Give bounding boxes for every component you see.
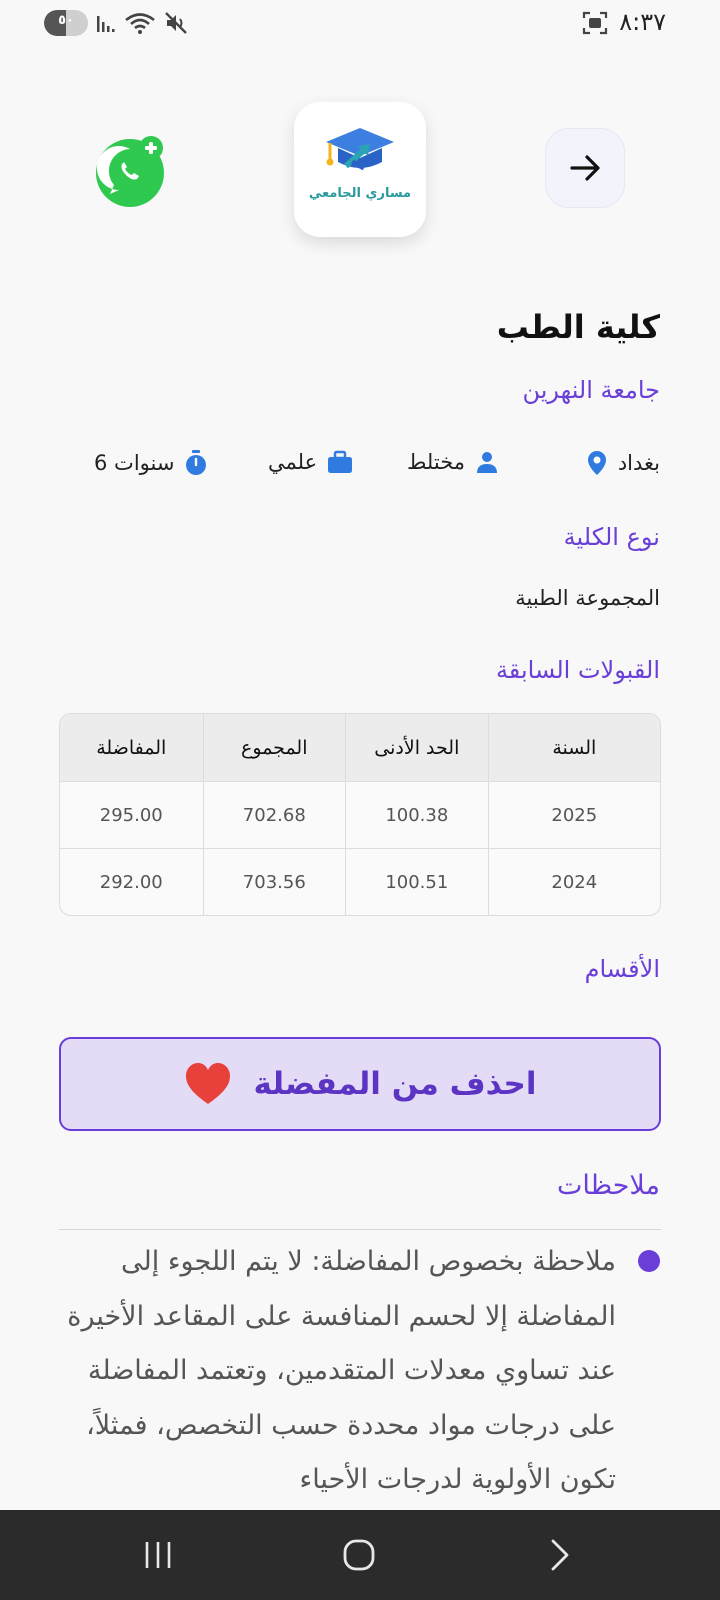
battery-level-text: ٥٠ [58, 13, 74, 28]
battery-indicator: ٥٠ [44, 10, 88, 36]
column-header-year: السنة [552, 736, 597, 759]
person-icon [477, 452, 498, 473]
meta-branch-text: علمي [268, 450, 318, 474]
whatsapp-icon [96, 136, 164, 207]
remove-favorite-label: احذف من المفضلة [253, 1066, 537, 1102]
meta-gender-text: مختلط [407, 450, 466, 474]
note-text: ملاحظة بخصوص المفاضلة: لا يتم اللجوء إلى… [67, 1246, 616, 1495]
heart-icon [185, 1063, 230, 1104]
column-header-tiebreak: المفاضلة [60, 714, 204, 781]
recents-icon [145, 1542, 171, 1568]
table-cell: 292.00 [60, 849, 204, 915]
clock: ٨:٣٧ [619, 8, 666, 36]
chevron-right-icon [551, 1539, 569, 1571]
college-type-value: المجموعة الطبية [515, 586, 660, 610]
home-button[interactable] [314, 1510, 404, 1600]
departments-heading: الأقسام [584, 955, 660, 983]
bullet-icon [638, 1250, 660, 1272]
table-cell: 703.56 [204, 849, 347, 915]
meta-branch: علمي [268, 450, 353, 474]
recents-button[interactable] [113, 1510, 203, 1600]
system-nav-bar [0, 1510, 720, 1600]
meta-gender: مختلط [407, 450, 499, 474]
mute-icon [165, 12, 187, 34]
screen-record-icon [582, 11, 608, 35]
meta-location-text: بغداد [617, 451, 660, 475]
table-cell: 295.00 [60, 782, 204, 848]
whatsapp-button[interactable] [95, 134, 169, 208]
back-button[interactable] [545, 128, 625, 208]
table-cell: 2024 [551, 871, 598, 893]
admissions-table: السنة الحد الأدنى المجموع المفاضلة 2025 … [59, 713, 661, 916]
graduation-cap-icon [326, 128, 394, 171]
wifi-icon [125, 13, 155, 34]
briefcase-icon [328, 450, 353, 473]
stopwatch-icon [186, 450, 207, 475]
table-cell: 100.51 [346, 849, 489, 915]
admissions-heading: القبولات السابقة [495, 656, 660, 684]
status-icons [96, 10, 188, 36]
status-bar: ٥٠ ٨:٣٧ [0, 0, 720, 48]
table-cell: 100.38 [346, 782, 489, 848]
arrow-right-icon [570, 155, 600, 181]
location-pin-icon [587, 451, 606, 475]
column-header-total: المجموع [204, 714, 347, 781]
home-icon [343, 1539, 375, 1571]
table-row: 2025 100.38 702.68 295.00 [60, 781, 660, 848]
meta-location: بغداد [586, 450, 660, 476]
table-header-row: السنة الحد الأدنى المجموع المفاضلة [60, 714, 660, 781]
college-meta: بغداد مختلط علمي 6 سنوات [60, 450, 660, 486]
app-logo: مساري الجامعي [294, 102, 426, 237]
meta-duration: 6 سنوات [94, 450, 208, 476]
table-cell: 702.68 [204, 782, 347, 848]
remove-favorite-button[interactable]: احذف من المفضلة [59, 1037, 661, 1131]
list-item: ملاحظة بخصوص المفاضلة: لا يتم اللجوء إلى… [60, 1246, 660, 1508]
table-row: 2024 100.51 703.56 292.00 [60, 848, 660, 915]
signal-icon [97, 16, 115, 32]
notes-divider [59, 1229, 661, 1230]
meta-duration-text: 6 سنوات [94, 451, 175, 475]
column-header-minimum: الحد الأدنى [346, 714, 489, 781]
notes-heading: ملاحظات [556, 1170, 660, 1201]
logo-text: مساري الجامعي [308, 186, 412, 201]
university-name: جامعة النهرين [522, 376, 660, 404]
table-cell: 2025 [551, 804, 598, 826]
college-title: كلية الطب [496, 308, 660, 346]
back-nav-button[interactable] [515, 1510, 605, 1600]
college-type-heading: نوع الكلية [563, 523, 660, 551]
